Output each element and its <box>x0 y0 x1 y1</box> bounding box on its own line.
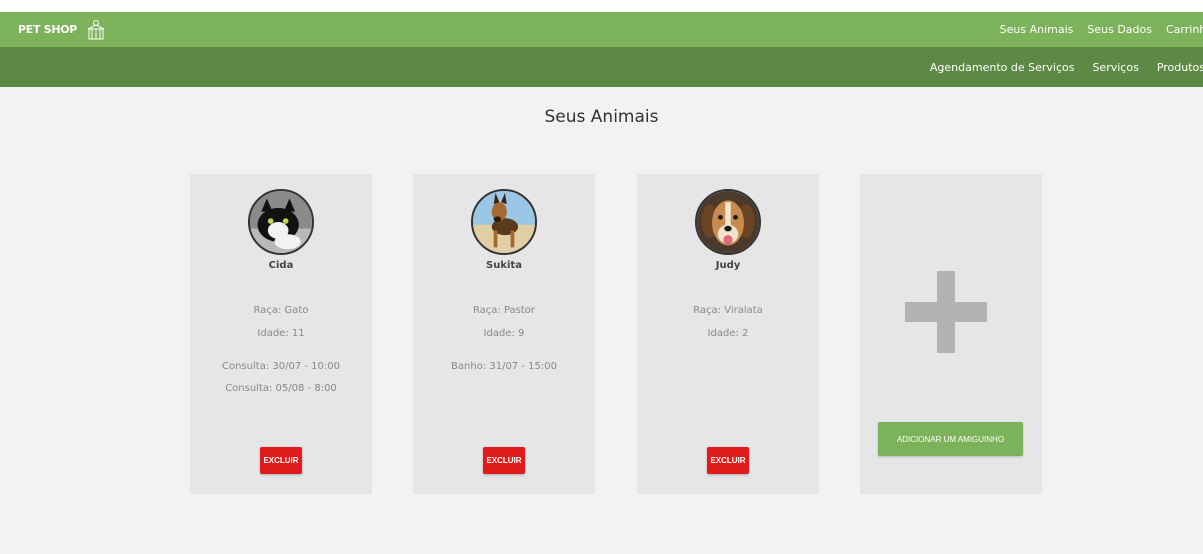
top-navbar: PET SHOP Seus Animais Seus Dados Carrinh… <box>0 12 1203 47</box>
page: PET SHOP Seus Animais Seus Dados Carrinh… <box>0 12 1203 554</box>
nav-seus-dados[interactable]: Seus Dados <box>1087 23 1152 36</box>
sub-navbar: Agendamento de Serviços Serviços Produto… <box>0 47 1203 87</box>
appointment: Banho: 31/07 - 15:00 <box>451 361 557 372</box>
pet-avatar <box>695 189 761 255</box>
add-pet-button[interactable]: ADICIONAR UM AMIGUINHO <box>878 422 1023 456</box>
pet-avatar <box>248 189 314 255</box>
pet-card-cida: Cida Raça: Gato Idade: 11 Consulta: 30/0… <box>190 174 372 494</box>
pet-name: Judy <box>715 260 741 271</box>
pet-avatar <box>471 189 537 255</box>
pet-age: Idade: 9 <box>483 328 525 339</box>
delete-button[interactable]: EXCLUIR <box>707 447 749 474</box>
nav-carrinho[interactable]: Carrinho <box>1166 23 1203 36</box>
pet-shop-logo-icon <box>87 19 105 39</box>
pet-breed: Raça: Viralata <box>693 305 763 316</box>
pet-card-judy: Judy Raça: Viralata Idade: 2 EXCLUIR <box>637 174 819 494</box>
brand[interactable]: PET SHOP <box>18 12 107 47</box>
add-pet-card: ADICIONAR UM AMIGUINHO <box>860 174 1042 494</box>
pet-name: Sukita <box>486 260 522 271</box>
appointment: Consulta: 05/08 - 8:00 <box>225 383 337 394</box>
delete-button[interactable]: EXCLUIR <box>483 447 525 474</box>
nav-produtos[interactable]: Produtos <box>1157 61 1203 74</box>
pet-breed: Raça: Pastor <box>472 305 536 316</box>
pet-breed: Raça: Gato <box>253 305 309 316</box>
nav-agendamento[interactable]: Agendamento de Serviços <box>930 61 1075 74</box>
brand-name: PET SHOP <box>18 23 78 36</box>
pet-card-sukita: Sukita Raça: Pastor Idade: 9 Banho: 31/0… <box>413 174 595 494</box>
delete-button[interactable]: EXCLUIR <box>260 447 302 474</box>
pet-name: Cida <box>268 260 294 271</box>
nav-servicos[interactable]: Serviços <box>1092 61 1138 74</box>
top-nav: Seus Animais Seus Dados Carrinho <box>1000 12 1203 47</box>
page-title: Seus Animais <box>544 107 659 127</box>
pet-age: Idade: 2 <box>707 328 749 339</box>
pet-age: Idade: 11 <box>257 328 305 339</box>
appointment: Consulta: 30/07 - 10:00 <box>222 361 340 372</box>
sub-nav: Agendamento de Serviços Serviços Produto… <box>930 47 1203 87</box>
nav-seus-animais[interactable]: Seus Animais <box>1000 23 1074 36</box>
